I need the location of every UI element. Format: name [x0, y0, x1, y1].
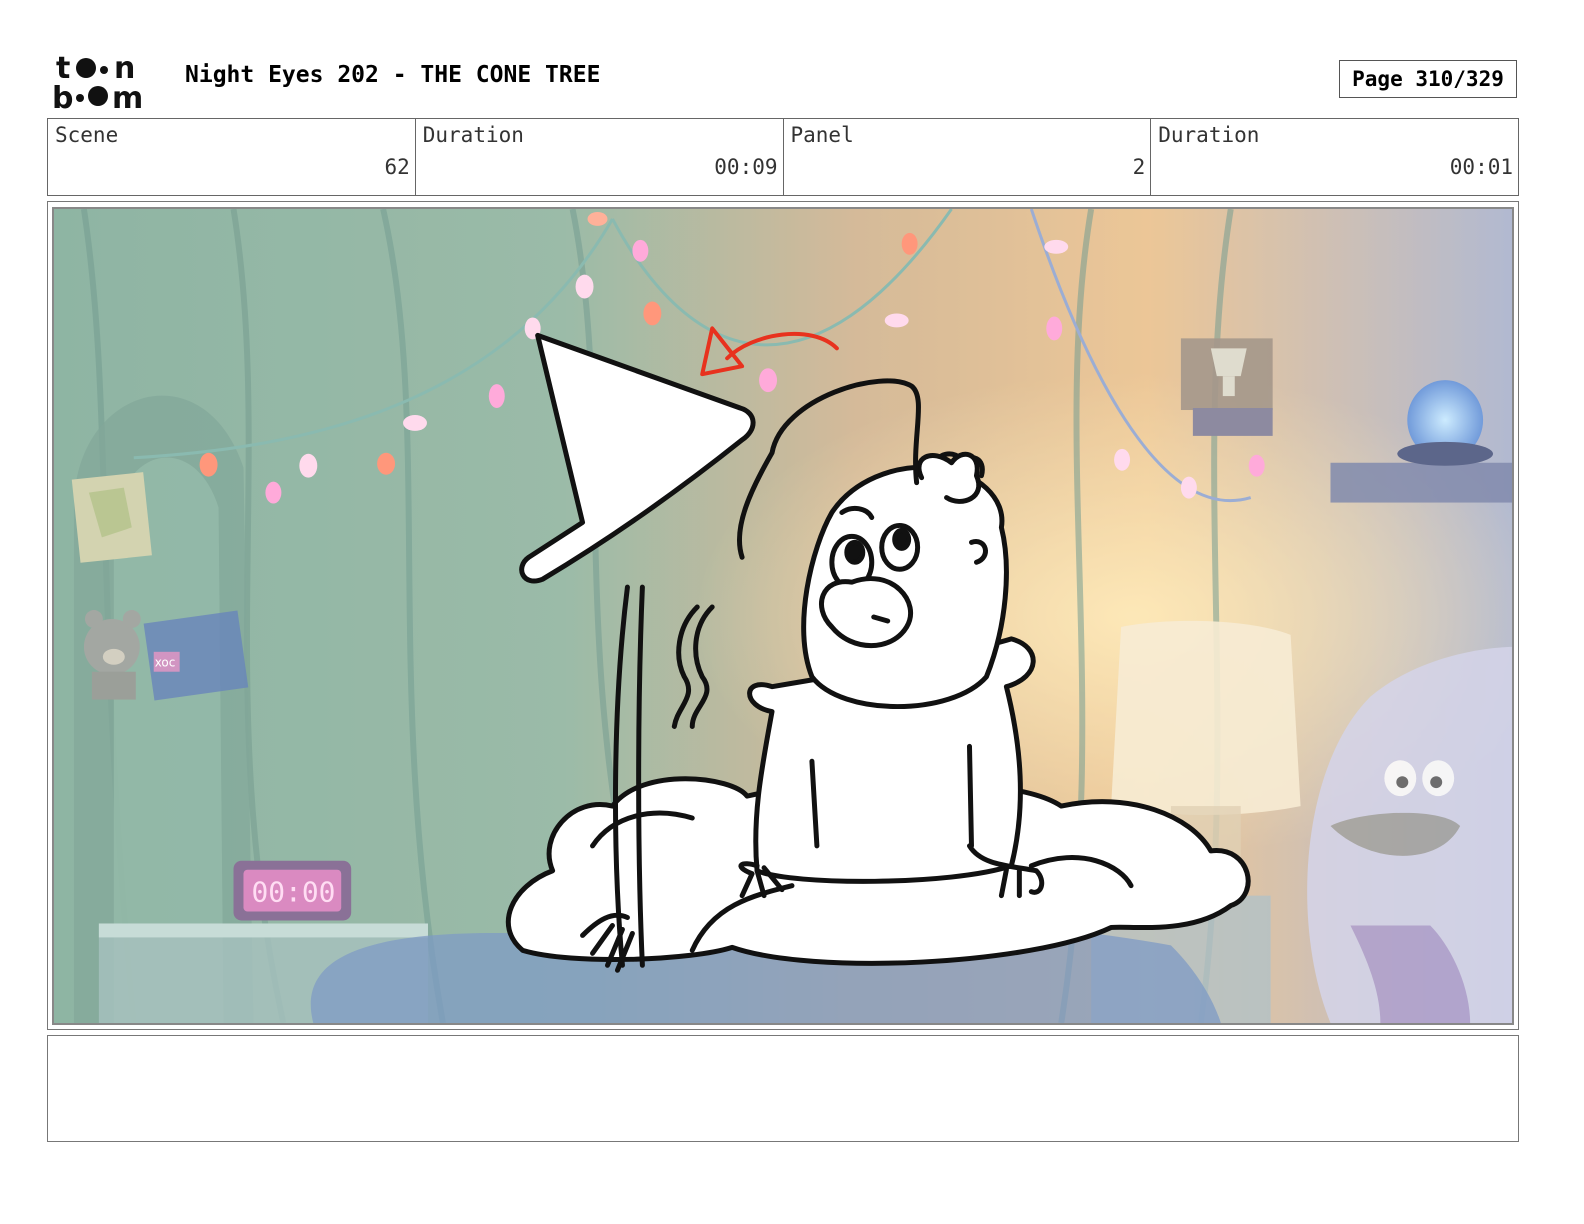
toon-boom-logo: t n b m — [52, 50, 164, 116]
scene-cell: Scene 62 — [48, 119, 416, 195]
panel-label: Panel — [790, 123, 854, 147]
scene-value: 62 — [384, 155, 410, 179]
svg-text:b: b — [52, 81, 73, 112]
panel-value: 2 — [1132, 155, 1146, 179]
panel-notes-text — [48, 1036, 1518, 1052]
page-number: Page 310/329 — [1339, 60, 1517, 98]
storyboard-panel-image: xoc 00:00 — [52, 207, 1514, 1025]
svg-text:m: m — [112, 81, 143, 112]
scene-info-bar: Scene 62 Duration 00:09 Panel 2 Duration… — [47, 118, 1519, 196]
panel-artwork: xoc 00:00 — [54, 209, 1512, 1023]
scene-label: Scene — [55, 123, 119, 147]
panel-duration-value: 00:01 — [1449, 155, 1513, 179]
storyboard-title: Night Eyes 202 - THE CONE TREE — [185, 62, 601, 88]
panel-cell: Panel 2 — [784, 119, 1152, 195]
panel-duration-cell: Duration 00:01 — [1151, 119, 1518, 195]
scene-duration-value: 00:09 — [714, 155, 778, 179]
scene-duration-label: Duration — [422, 123, 524, 147]
scene-duration-cell: Duration 00:09 — [416, 119, 784, 195]
panel-notes-box — [47, 1035, 1519, 1142]
panel-duration-label: Duration — [1158, 123, 1260, 147]
